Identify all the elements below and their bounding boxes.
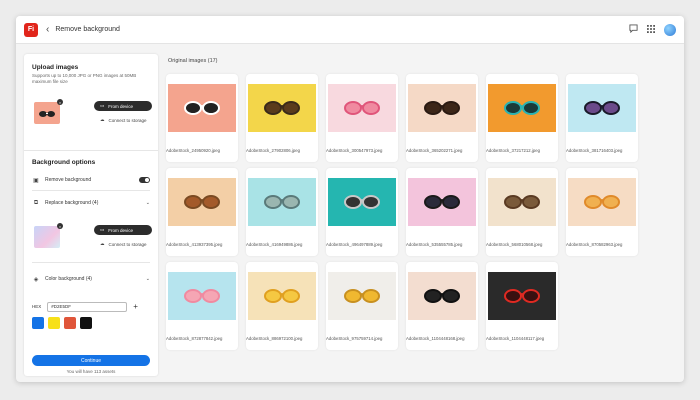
- image-card[interactable]: AdobeStock_37217212.jpeg: [486, 74, 558, 162]
- image-filename: AdobeStock_886972100.jpeg: [246, 336, 303, 341]
- image-filename: AdobeStock_1104448117.jpeg: [486, 336, 545, 341]
- image-card[interactable]: AdobeStock_535555785.jpeg: [406, 168, 478, 256]
- replace-bg-thumbnail: [34, 226, 60, 248]
- image-thumbnail: [248, 272, 316, 320]
- remove-thumbnail-icon[interactable]: ×: [57, 99, 63, 105]
- assets-note: You will have 113 assets: [66, 369, 116, 374]
- color-background-row[interactable]: ◈ Color background (4) ⌄: [32, 274, 150, 284]
- image-thumbnail: [488, 178, 556, 226]
- image-card[interactable]: AdobeStock_416949886.jpeg: [246, 168, 318, 256]
- color-swatch[interactable]: [64, 317, 76, 329]
- divider: [32, 262, 150, 263]
- chevron-down-icon[interactable]: ⌄: [146, 276, 150, 282]
- image-filename: AdobeStock_416949886.jpeg: [246, 242, 303, 247]
- back-icon[interactable]: ‹: [46, 24, 49, 35]
- color-swatch[interactable]: [80, 317, 92, 329]
- image-filename: AdobeStock_1104448168.jpeg: [406, 336, 465, 341]
- monitor-icon: ▭: [100, 103, 105, 108]
- image-card[interactable]: AdobeStock_381716403.jpeg: [566, 74, 638, 162]
- paint-bucket-icon: ◈: [33, 276, 39, 283]
- replace-image-icon: ⧉: [33, 199, 39, 206]
- upload-from-device-button[interactable]: ▭ From device: [94, 101, 152, 111]
- image-thumbnail: [168, 272, 236, 320]
- hex-row: HEX #D2E5DF +: [32, 301, 160, 312]
- image-filename: AdobeStock_37217212.jpeg: [486, 148, 540, 153]
- top-bar: Fi ‹ Remove background: [16, 16, 684, 44]
- background-options-title: Background options: [32, 159, 96, 166]
- replace-connect-storage-button[interactable]: ☁ Connect to storage: [100, 239, 147, 249]
- upload-connect-storage-button[interactable]: ☁ Connect to storage: [100, 115, 147, 125]
- image-thumbnail: [568, 84, 636, 132]
- image-filename: AdobeStock_975759714.jpeg: [326, 336, 383, 341]
- image-card[interactable]: AdobeStock_496497889.jpeg: [326, 168, 398, 256]
- image-card[interactable]: AdobeStock_1104448168.jpeg: [406, 262, 478, 350]
- image-card[interactable]: AdobeStock_27902806.jpeg: [246, 74, 318, 162]
- image-thumbnail: [168, 178, 236, 226]
- image-filename: AdobeStock_381716403.jpeg: [566, 148, 623, 153]
- continue-button[interactable]: Continue: [32, 355, 150, 366]
- cloud-icon: ☁: [100, 241, 105, 246]
- image-thumbnail: [168, 84, 236, 132]
- image-filename: AdobeStock_870582963.jpeg: [566, 242, 623, 247]
- image-thumbnail: [248, 178, 316, 226]
- image-filename: AdobeStock_300547973.jpeg: [326, 148, 383, 153]
- add-color-icon[interactable]: +: [133, 302, 138, 311]
- color-swatch[interactable]: [32, 317, 44, 329]
- app-logo: Fi: [24, 22, 38, 37]
- hex-input[interactable]: #D2E5DF: [47, 301, 128, 312]
- image-filename: AdobeStock_496497889.jpeg: [326, 242, 383, 247]
- divider: [24, 150, 158, 151]
- image-card[interactable]: AdobeStock_975759714.jpeg: [326, 262, 398, 350]
- image-filename: AdobeStock_535555785.jpeg: [406, 242, 463, 247]
- image-thumbnail: [488, 84, 556, 132]
- image-filename: AdobeStock_24950920.jpeg: [166, 148, 220, 153]
- image-thumbnail: [328, 178, 396, 226]
- image-thumbnail: [248, 84, 316, 132]
- image-thumbnail: [408, 178, 476, 226]
- divider: [32, 190, 150, 191]
- cloud-icon: ☁: [100, 117, 105, 122]
- image-thumbnail: [328, 272, 396, 320]
- image-thumbnail: [328, 84, 396, 132]
- sidebar-panel: Upload images Supports up to 10,000 JPG …: [24, 54, 158, 376]
- image-thumbnail: [408, 272, 476, 320]
- image-thumbnail: [488, 272, 556, 320]
- remove-background-row[interactable]: ▣ Remove background: [32, 175, 150, 185]
- replace-from-device-button[interactable]: ▭ From device: [94, 225, 152, 235]
- color-swatch[interactable]: [48, 317, 60, 329]
- monitor-icon: ▭: [100, 227, 105, 232]
- upload-images-title: Upload images: [32, 64, 79, 71]
- remove-background-toggle[interactable]: [139, 177, 150, 183]
- apps-grid-icon[interactable]: [647, 24, 655, 35]
- image-filename: AdobeStock_872877842.jpeg: [166, 336, 223, 341]
- image-filename: AdobeStock_365202271.jpeg: [406, 148, 463, 153]
- image-card[interactable]: AdobeStock_872877842.jpeg: [166, 262, 238, 350]
- chevron-down-icon[interactable]: ⌄: [146, 200, 150, 206]
- image-card[interactable]: AdobeStock_568010568.jpeg: [486, 168, 558, 256]
- app-window: Fi ‹ Remove background Upload images Sup…: [16, 16, 684, 382]
- image-thumbnail: [568, 178, 636, 226]
- image-card[interactable]: AdobeStock_886972100.jpeg: [246, 262, 318, 350]
- image-filename: AdobeStock_413937395.jpeg: [166, 242, 223, 247]
- image-card[interactable]: AdobeStock_1104448117.jpeg: [486, 262, 558, 350]
- replace-background-row[interactable]: ⧉ Replace background (4) ⌄: [32, 198, 150, 208]
- image-card[interactable]: AdobeStock_413937395.jpeg: [166, 168, 238, 256]
- image-filename: AdobeStock_27902806.jpeg: [246, 148, 300, 153]
- image-card[interactable]: AdobeStock_870582963.jpeg: [566, 168, 638, 256]
- remove-thumbnail-icon[interactable]: ×: [57, 223, 63, 229]
- chat-icon[interactable]: [629, 24, 638, 35]
- original-images-label: Original images (17): [168, 58, 218, 64]
- hex-label: HEX: [32, 304, 42, 309]
- image-card[interactable]: AdobeStock_365202271.jpeg: [406, 74, 478, 162]
- upload-thumbnail: [34, 102, 60, 124]
- image-card[interactable]: AdobeStock_24950920.jpeg: [166, 74, 238, 162]
- image-icon: ▣: [33, 177, 39, 184]
- image-filename: AdobeStock_568010568.jpeg: [486, 242, 543, 247]
- image-card[interactable]: AdobeStock_300547973.jpeg: [326, 74, 398, 162]
- page-title: Remove background: [55, 26, 120, 33]
- image-thumbnail: [408, 84, 476, 132]
- upload-description: Supports up to 10,000 JPG or PNG images …: [32, 73, 137, 84]
- avatar[interactable]: [664, 23, 676, 36]
